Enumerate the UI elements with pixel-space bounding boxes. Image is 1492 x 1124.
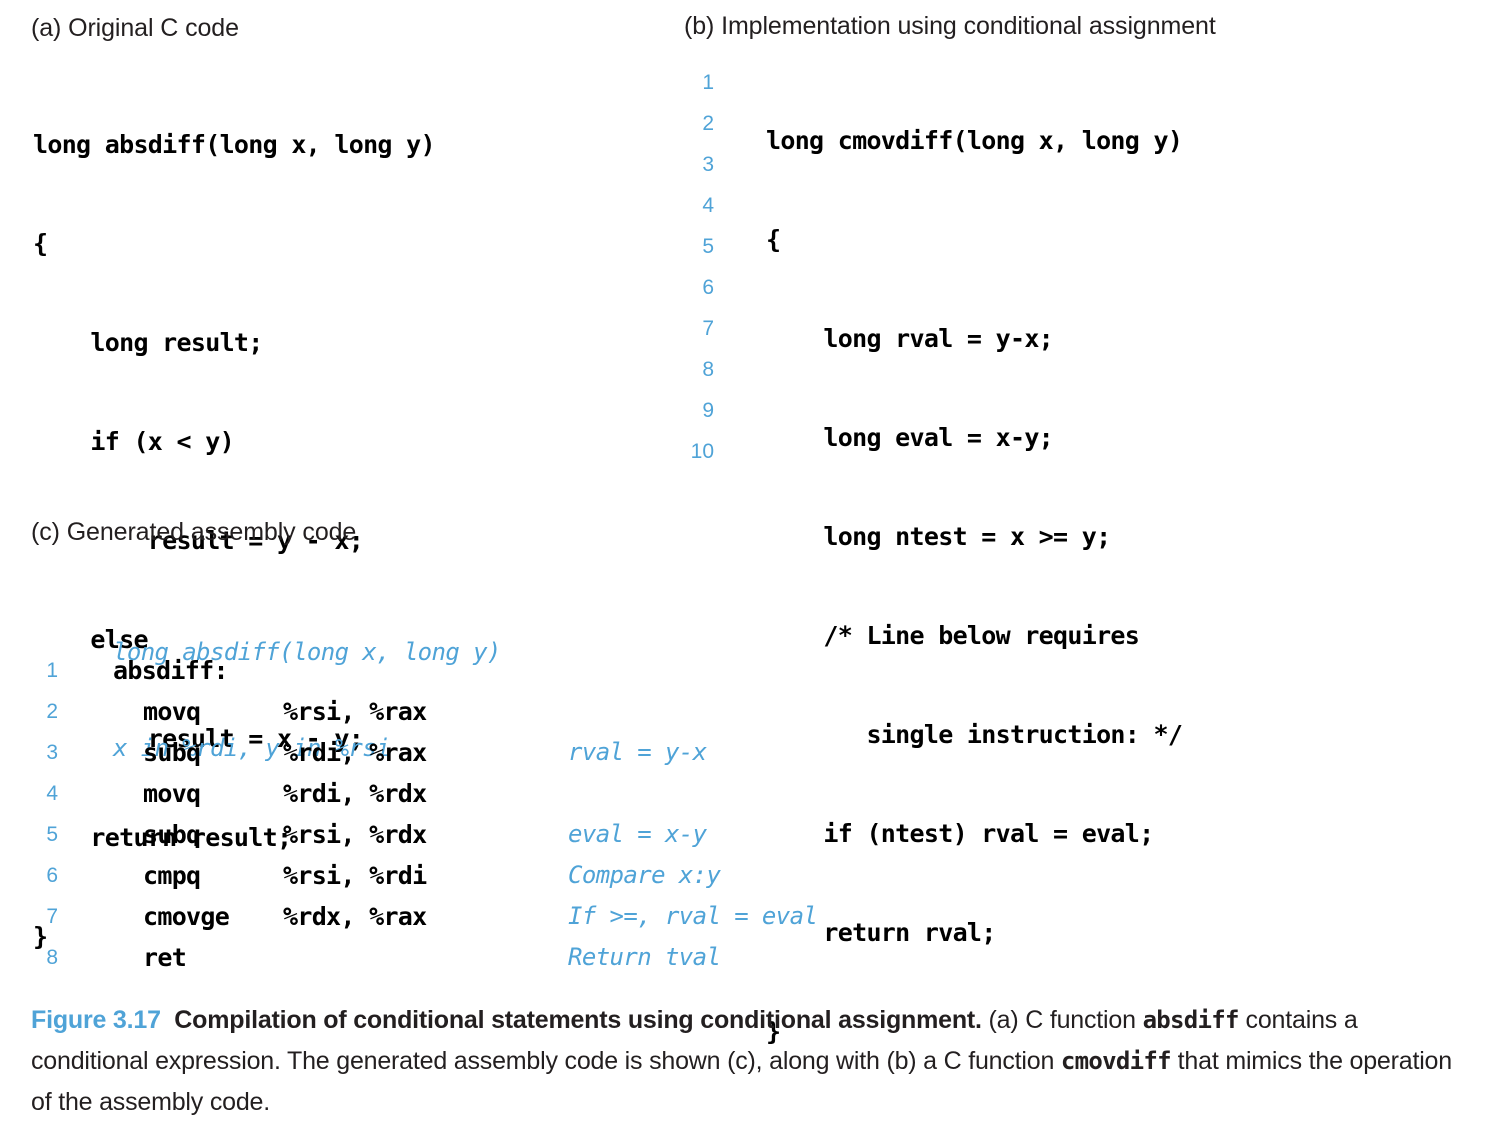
assembly-mnemonic: ret <box>143 943 187 972</box>
assembly-row: 5 subq %rsi, %rdx eval = x-y <box>0 814 1000 855</box>
assembly-comment: rval = y-x <box>568 738 707 766</box>
assembly-label: absdiff: <box>113 656 229 685</box>
assembly-row: 8 ret Return tval <box>0 937 1000 978</box>
caption-title: Compilation of conditional statements us… <box>174 1006 982 1034</box>
panel-b-line-number-gutter: 1 2 3 4 5 6 7 8 9 10 <box>672 62 714 472</box>
caption-body-1: (a) C function <box>981 1006 1143 1034</box>
code-line: long result; <box>33 328 263 357</box>
assembly-listing: 1 absdiff: 2 movq %rsi, %rax 3 subq %rdi… <box>0 650 1000 978</box>
assembly-operands: %rdi, %rdx <box>283 779 427 808</box>
line-number: 2 <box>702 112 714 135</box>
line-number: 10 <box>690 440 714 463</box>
assembly-mnemonic: subq <box>143 738 201 767</box>
assembly-comment: eval = x-y <box>568 820 707 848</box>
line-number: 6 <box>702 276 714 299</box>
caption-function-cmovdiff: cmovdiff <box>1060 1047 1172 1075</box>
assembly-row: 2 movq %rsi, %rax <box>0 691 1000 732</box>
assembly-comment: Return tval <box>568 943 721 971</box>
code-line: long rval = y-x; <box>766 324 1054 353</box>
panel-a-heading: (a) Original C code <box>31 14 239 42</box>
code-line: long eval = x-y; <box>766 423 1054 452</box>
assembly-operands: %rdx, %rax <box>283 902 427 931</box>
assembly-mnemonic: movq <box>143 779 201 808</box>
line-number: 1 <box>702 71 714 94</box>
line-number: 4 <box>702 194 714 217</box>
assembly-row: 1 absdiff: <box>0 650 1000 691</box>
line-number: 7 <box>46 905 58 928</box>
assembly-operands: %rsi, %rax <box>283 697 427 726</box>
line-number: 3 <box>702 153 714 176</box>
code-line: long ntest = x >= y; <box>766 522 1111 551</box>
line-number: 5 <box>46 823 58 846</box>
line-number: 6 <box>46 864 58 887</box>
figure-caption: Figure 3.17 Compilation of conditional s… <box>31 1000 1471 1123</box>
assembly-comment: If >=, rval = eval <box>568 902 818 930</box>
assembly-row: 3 subq %rdi, %rax rval = y-x <box>0 732 1000 773</box>
code-line: if (x < y) <box>33 427 234 456</box>
assembly-row: 6 cmpq %rsi, %rdi Compare x:y <box>0 855 1000 896</box>
assembly-operands: %rdi, %rax <box>283 738 427 767</box>
assembly-row: 4 movq %rdi, %rdx <box>0 773 1000 814</box>
line-number: 2 <box>46 700 58 723</box>
line-number: 4 <box>46 782 58 805</box>
code-line: { <box>33 229 48 258</box>
assembly-operands: %rsi, %rdi <box>283 861 427 890</box>
panel-c-heading: (c) Generated assembly code <box>31 518 357 546</box>
assembly-comment: Compare x:y <box>568 861 721 889</box>
assembly-row: 7 cmovge %rdx, %rax If >=, rval = eval <box>0 896 1000 937</box>
line-number: 5 <box>702 235 714 258</box>
code-line: long cmovdiff(long x, long y) <box>766 126 1183 155</box>
assembly-mnemonic: subq <box>143 820 201 849</box>
line-number: 7 <box>702 317 714 340</box>
line-number: 3 <box>46 741 58 764</box>
line-number: 1 <box>46 659 58 682</box>
code-line: { <box>766 225 781 254</box>
assembly-mnemonic: cmpq <box>143 861 201 890</box>
assembly-operands: %rsi, %rdx <box>283 820 427 849</box>
caption-function-absdiff: absdiff <box>1142 1006 1240 1034</box>
line-number: 8 <box>702 358 714 381</box>
code-line: long absdiff(long x, long y) <box>33 130 436 159</box>
assembly-mnemonic: cmovge <box>143 902 230 931</box>
panel-b-heading: (b) Implementation using conditional ass… <box>684 12 1216 40</box>
line-number: 8 <box>46 946 58 969</box>
figure-label: Figure 3.17 <box>31 1006 161 1034</box>
assembly-mnemonic: movq <box>143 697 201 726</box>
line-number: 9 <box>702 399 714 422</box>
